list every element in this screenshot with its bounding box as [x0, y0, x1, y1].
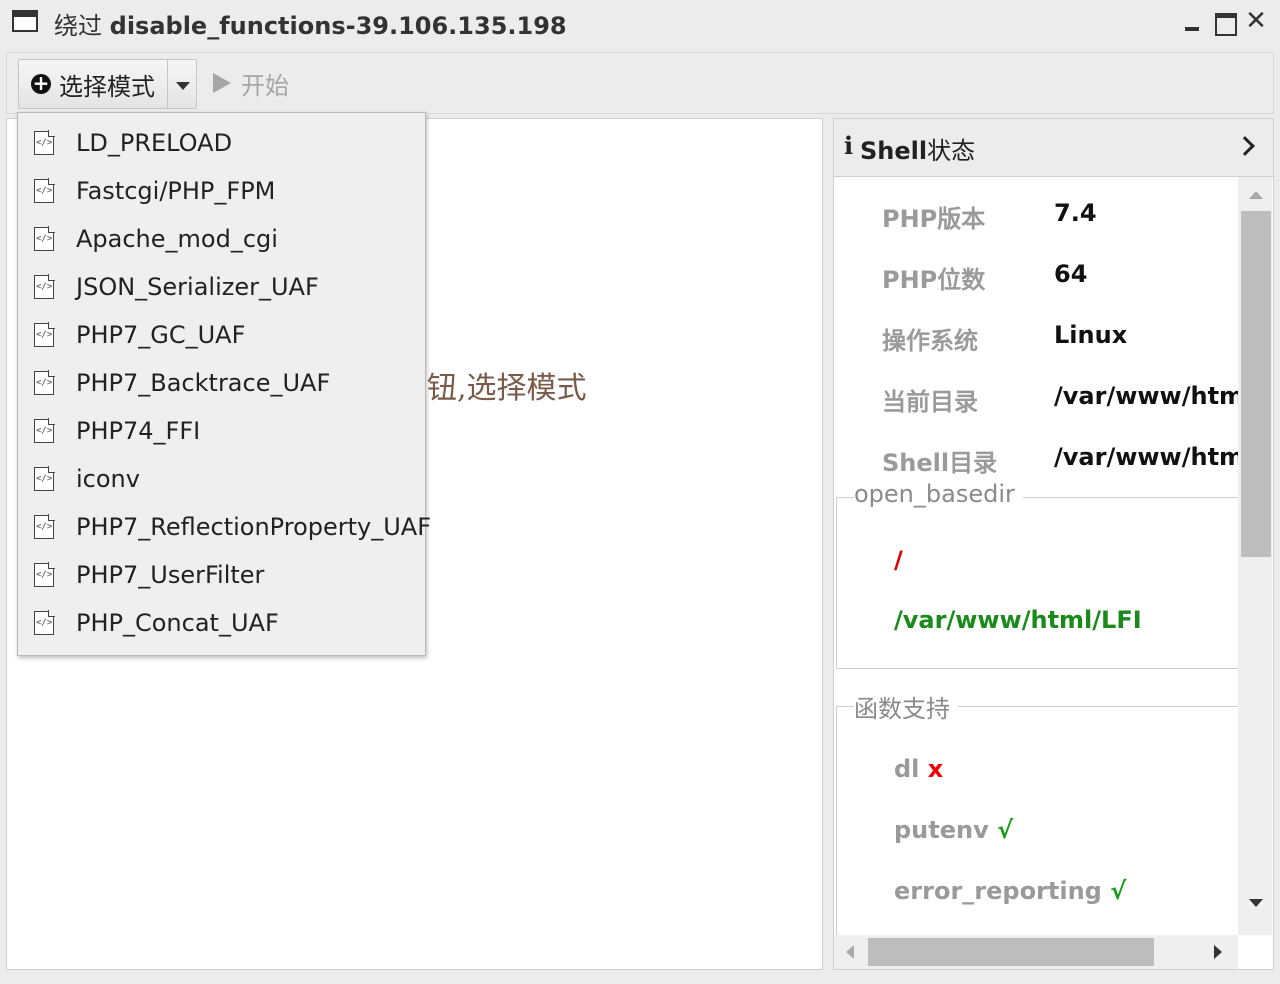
open-basedir-group: [836, 497, 1238, 669]
supported-mark: √: [997, 816, 1014, 844]
close-button[interactable]: ✕: [1244, 8, 1268, 34]
info-key: PHP位数: [882, 266, 986, 294]
scroll-up-arrow-icon[interactable]: [1249, 191, 1263, 199]
info-value: /var/www/htm: [1054, 382, 1245, 410]
menu-item-php-concat-uaf[interactable]: PHP_Concat_UAF: [18, 599, 425, 647]
open-basedir-fieldset: open_basedir: [836, 480, 1238, 508]
title-bar: 绕过 disable_functions-39.106.135.198 ✕: [0, 0, 1280, 44]
menu-item-label: PHP7_UserFilter: [76, 561, 265, 589]
chevron-right-icon[interactable]: [1235, 136, 1255, 156]
php-file-icon: [34, 226, 55, 251]
info-row-php-version: PHP版本 7.4: [882, 199, 1097, 234]
info-value: 64: [1054, 260, 1088, 288]
app-window: 绕过 disable_functions-39.106.135.198 ✕ + …: [0, 0, 1280, 984]
php-file-icon: [34, 418, 55, 443]
info-value: /var/www/htm: [1054, 443, 1245, 471]
menu-item-label: JSON_Serializer_UAF: [76, 273, 319, 301]
info-icon: i: [844, 131, 854, 160]
shell-status-panel: i Shell状态 PHP版本 7.4 PHP位数 64 操作系统 Linux 当前目…: [833, 118, 1274, 970]
vertical-scrollbar[interactable]: [1238, 177, 1272, 935]
menu-item-label: PHP7_Backtrace_UAF: [76, 369, 331, 397]
info-row-php-bits: PHP位数 64: [882, 260, 1087, 295]
php-file-icon: [34, 322, 55, 347]
php-file-icon: [34, 370, 55, 395]
menu-item-label: Fastcgi/PHP_FPM: [76, 177, 276, 205]
start-label: 开始: [241, 71, 289, 100]
hint-text: 钮,选择模式: [427, 371, 587, 406]
menu-item-label: Apache_mod_cgi: [76, 225, 278, 253]
start-button[interactable]: 开始: [213, 63, 289, 103]
menu-item-php7-reflectionproperty-uaf[interactable]: PHP7_ReflectionProperty_UAF: [18, 503, 431, 551]
menu-item-apache-mod-cgi[interactable]: Apache_mod_cgi: [18, 215, 425, 263]
php-file-icon: [34, 466, 55, 491]
toolbar: + 选择模式 开始: [6, 52, 1274, 114]
select-mode-button[interactable]: + 选择模式: [18, 59, 168, 109]
menu-item-json-serializer-uaf[interactable]: JSON_Serializer_UAF: [18, 263, 425, 311]
info-row-os: 操作系统 Linux: [882, 321, 1127, 356]
basedir-path: /var/www/html/LFI: [894, 606, 1142, 634]
mode-dropdown-toggle[interactable]: [167, 59, 197, 109]
shell-status-title: Shell状态: [860, 131, 975, 166]
function-item-dl: dl x: [894, 755, 943, 783]
info-row-shell-dir: Shell目录/var/www/htm: [882, 443, 1244, 478]
function-name: error_reporting: [894, 877, 1102, 905]
php-file-icon: [34, 274, 55, 299]
title-main: disable_functions-39.106.135.198: [109, 12, 567, 40]
info-row-current-dir: 当前目录/var/www/htm: [882, 382, 1244, 417]
functions-legend: 函数支持: [854, 689, 958, 724]
title-prefix: 绕过: [54, 12, 102, 40]
php-file-icon: [34, 130, 55, 155]
php-file-icon: [34, 178, 55, 203]
open-basedir-legend: open_basedir: [854, 480, 1023, 508]
info-key: 操作系统: [882, 327, 978, 355]
play-icon: [213, 73, 231, 93]
supported-mark: √: [1110, 877, 1127, 905]
minimize-button[interactable]: [1180, 9, 1204, 33]
info-value: 7.4: [1054, 199, 1097, 227]
info-key: PHP版本: [882, 205, 986, 233]
scroll-right-arrow-icon[interactable]: [1214, 945, 1222, 959]
vertical-scroll-thumb[interactable]: [1241, 211, 1271, 557]
mode-dropdown-menu: LD_PRELOAD Fastcgi/PHP_FPM Apache_mod_cg…: [17, 112, 431, 656]
scroll-left-arrow-icon[interactable]: [846, 945, 854, 959]
php-file-icon: [34, 514, 55, 539]
function-item-error-reporting: error_reporting √: [894, 877, 1126, 905]
function-item-putenv: putenv √: [894, 816, 1013, 844]
info-key: 当前目录: [882, 388, 978, 416]
menu-item-ld-preload[interactable]: LD_PRELOAD: [18, 119, 425, 167]
basedir-path: /: [894, 546, 903, 574]
info-value: Linux: [1054, 321, 1128, 349]
plus-circle-icon: +: [31, 71, 51, 95]
function-name: dl: [894, 755, 920, 783]
info-key: Shell目录: [882, 449, 998, 477]
unsupported-mark: x: [927, 755, 944, 783]
menu-item-fastcgi[interactable]: Fastcgi/PHP_FPM: [18, 167, 425, 215]
php-file-icon: [34, 610, 55, 635]
menu-item-label: PHP7_GC_UAF: [76, 321, 246, 349]
window-title: 绕过 disable_functions-39.106.135.198: [54, 6, 567, 41]
maximize-button[interactable]: [1212, 9, 1237, 36]
title-bold: Shell: [860, 137, 928, 165]
menu-item-label: iconv: [76, 465, 140, 493]
window-icon: [12, 10, 38, 32]
menu-item-label: PHP74_FFI: [76, 417, 201, 445]
menu-item-php7-userfilter[interactable]: PHP7_UserFilter: [18, 551, 425, 599]
menu-item-iconv[interactable]: iconv: [18, 455, 425, 503]
menu-item-label: LD_PRELOAD: [76, 129, 233, 157]
php-file-icon: [34, 562, 55, 587]
horizontal-scroll-thumb[interactable]: [868, 938, 1154, 966]
menu-item-label: PHP_Concat_UAF: [76, 609, 279, 637]
menu-item-php74-ffi[interactable]: PHP74_FFI: [18, 407, 425, 455]
scroll-down-arrow-icon[interactable]: [1249, 899, 1263, 907]
menu-item-label: PHP7_ReflectionProperty_UAF: [76, 513, 432, 541]
horizontal-scrollbar[interactable]: [834, 935, 1238, 969]
select-mode-label: 选择模式: [59, 72, 155, 101]
function-name: putenv: [894, 816, 989, 844]
menu-item-php7-gc-uaf[interactable]: PHP7_GC_UAF: [18, 311, 425, 359]
functions-fieldset: 函数支持: [836, 689, 1238, 724]
menu-item-php7-backtrace-uaf[interactable]: PHP7_Backtrace_UAF: [18, 359, 425, 407]
shell-status-header: i Shell状态: [834, 119, 1273, 177]
title-rest: 状态: [927, 137, 976, 165]
